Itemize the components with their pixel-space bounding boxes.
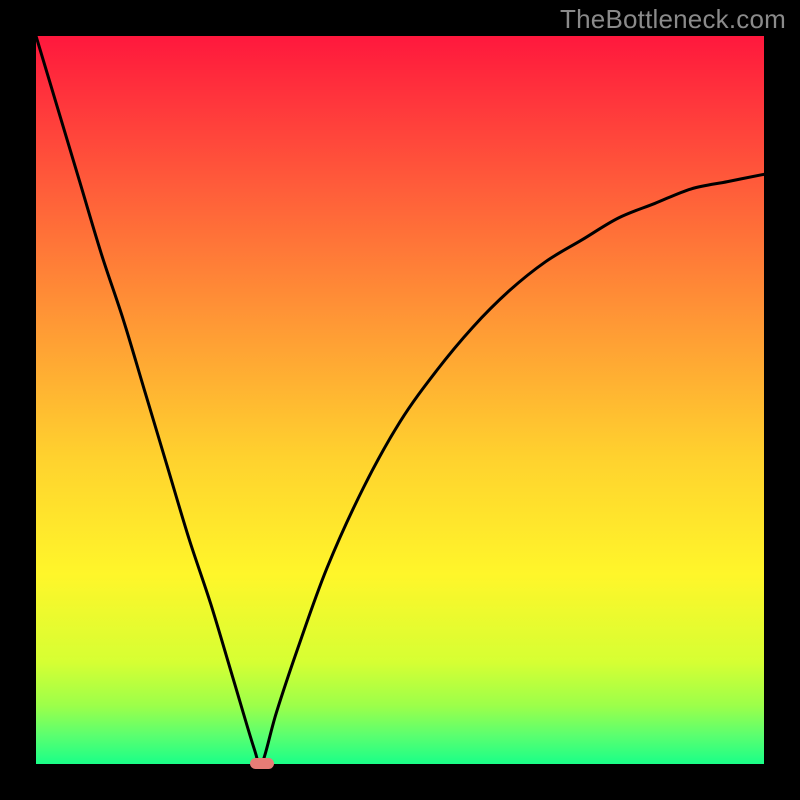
- minimum-marker: [250, 758, 274, 769]
- chart-svg: [36, 36, 764, 764]
- watermark-label: TheBottleneck.com: [560, 4, 786, 35]
- plot-area: [36, 36, 764, 764]
- chart-frame: TheBottleneck.com: [0, 0, 800, 800]
- chart-background: [36, 36, 764, 764]
